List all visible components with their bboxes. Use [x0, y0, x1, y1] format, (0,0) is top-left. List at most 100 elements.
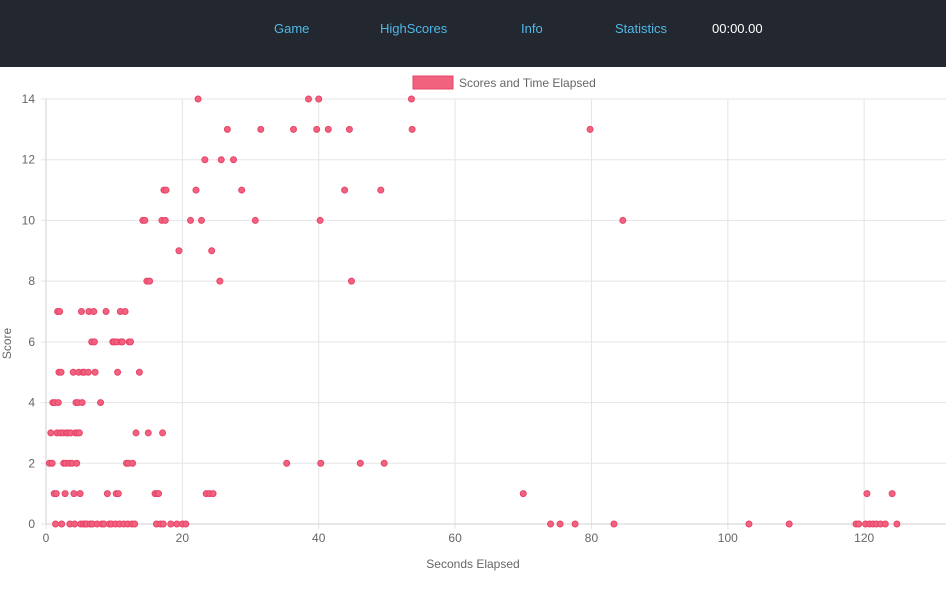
data-point[interactable] — [131, 520, 139, 528]
x-axis-label: Seconds Elapsed — [426, 557, 519, 571]
data-point[interactable] — [324, 125, 332, 133]
data-point[interactable] — [58, 520, 66, 528]
chart-legend[interactable]: Scores and Time Elapsed — [412, 75, 596, 90]
data-point[interactable] — [114, 368, 122, 376]
data-point[interactable] — [380, 459, 388, 467]
data-point[interactable] — [175, 247, 183, 255]
data-point[interactable] — [408, 125, 416, 133]
data-point[interactable] — [57, 368, 65, 376]
data-point[interactable] — [187, 216, 195, 224]
chart-grid — [41, 98, 946, 529]
data-point[interactable] — [76, 490, 84, 498]
data-point[interactable] — [619, 216, 627, 224]
data-point[interactable] — [144, 429, 152, 437]
y-tick-label: 8 — [28, 274, 35, 288]
data-point[interactable] — [118, 338, 126, 346]
data-point[interactable] — [135, 368, 143, 376]
data-point[interactable] — [75, 429, 83, 437]
data-point[interactable] — [84, 368, 92, 376]
nav-link-info[interactable]: Info — [521, 21, 543, 36]
data-point[interactable] — [61, 490, 69, 498]
data-point[interactable] — [341, 186, 349, 194]
data-point[interactable] — [155, 490, 162, 498]
data-point[interactable] — [77, 308, 85, 315]
data-point[interactable] — [283, 459, 291, 467]
data-point[interactable] — [132, 429, 140, 437]
data-point[interactable] — [194, 95, 202, 103]
data-point[interactable] — [182, 520, 190, 528]
data-point[interactable] — [197, 216, 205, 224]
data-point[interactable] — [129, 459, 137, 467]
y-tick-label: 12 — [22, 153, 36, 167]
data-point[interactable] — [52, 520, 60, 528]
nav-link-game[interactable]: Game — [274, 21, 309, 36]
data-point[interactable] — [167, 520, 175, 528]
data-point[interactable] — [855, 520, 863, 528]
data-point[interactable] — [377, 186, 385, 194]
data-point[interactable] — [785, 520, 793, 528]
data-point[interactable] — [56, 308, 64, 315]
data-point[interactable] — [257, 125, 265, 133]
data-point[interactable] — [208, 247, 216, 255]
data-point[interactable] — [71, 520, 79, 528]
nav-link-highscores[interactable]: HighScores — [380, 21, 447, 36]
data-point[interactable] — [238, 186, 246, 194]
data-point[interactable] — [54, 399, 62, 407]
data-point[interactable] — [159, 520, 167, 528]
nav-link-statistics[interactable]: Statistics — [615, 21, 667, 36]
data-point[interactable] — [223, 125, 231, 133]
data-point[interactable] — [78, 399, 86, 407]
data-point[interactable] — [356, 459, 364, 467]
data-point[interactable] — [47, 429, 55, 437]
data-point[interactable] — [103, 490, 111, 498]
data-point[interactable] — [519, 490, 527, 498]
data-point[interactable] — [251, 216, 259, 224]
data-point[interactable] — [73, 459, 81, 467]
data-point[interactable] — [317, 459, 325, 467]
y-axis-label: Score — [0, 328, 14, 360]
data-point[interactable] — [91, 368, 99, 376]
data-point[interactable] — [745, 520, 753, 528]
data-point[interactable] — [315, 95, 323, 103]
data-point[interactable] — [305, 95, 312, 103]
data-point[interactable] — [316, 216, 324, 224]
data-point[interactable] — [407, 95, 415, 103]
data-point[interactable] — [201, 156, 209, 164]
data-point[interactable] — [216, 277, 224, 285]
data-point[interactable] — [146, 277, 154, 285]
data-point[interactable] — [347, 277, 355, 285]
data-point[interactable] — [192, 186, 200, 194]
data-point[interactable] — [345, 125, 353, 133]
data-point[interactable] — [102, 308, 110, 315]
data-point[interactable] — [610, 520, 618, 528]
data-point[interactable] — [48, 459, 56, 467]
data-point[interactable] — [313, 125, 321, 133]
data-point[interactable] — [863, 490, 871, 498]
data-point[interactable] — [881, 520, 889, 528]
data-point[interactable] — [556, 520, 564, 528]
data-point[interactable] — [893, 520, 901, 528]
data-point[interactable] — [114, 490, 122, 498]
data-point[interactable] — [209, 490, 217, 498]
data-point[interactable] — [97, 399, 105, 407]
data-point[interactable] — [159, 429, 167, 437]
data-point[interactable] — [571, 520, 579, 528]
data-point[interactable] — [217, 156, 225, 164]
data-point[interactable] — [161, 216, 169, 224]
data-point[interactable] — [888, 490, 896, 498]
data-point[interactable] — [162, 186, 170, 194]
data-point[interactable] — [70, 490, 78, 498]
data-points — [45, 95, 901, 528]
data-point[interactable] — [90, 338, 98, 346]
x-tick-label: 100 — [718, 531, 738, 545]
data-point[interactable] — [230, 156, 237, 164]
data-point[interactable] — [141, 216, 149, 224]
data-point[interactable] — [290, 125, 297, 133]
data-point[interactable] — [127, 338, 135, 346]
data-point[interactable] — [121, 308, 129, 315]
data-point[interactable] — [547, 520, 555, 528]
data-point[interactable] — [586, 125, 594, 133]
data-point[interactable] — [52, 490, 60, 498]
y-tick-label: 0 — [28, 517, 35, 531]
data-point[interactable] — [90, 308, 98, 315]
